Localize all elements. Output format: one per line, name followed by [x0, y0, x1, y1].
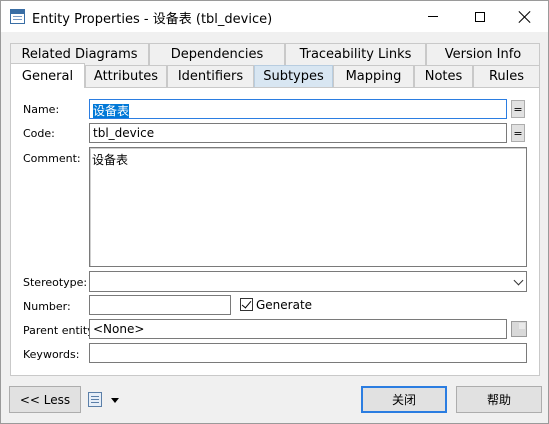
tab-traceability-links[interactable]: Traceability Links: [285, 43, 426, 65]
parent-entity-value: <None>: [93, 322, 145, 336]
tab-dependencies[interactable]: Dependencies: [149, 43, 285, 65]
chevron-down-icon: [513, 275, 524, 286]
comment-label: Comment:: [23, 152, 81, 165]
close-window-button[interactable]: [502, 1, 548, 32]
parent-entity-label: Parent entity:: [23, 324, 97, 337]
tab-related-diagrams[interactable]: Related Diagrams: [10, 43, 149, 65]
less-button[interactable]: << Less: [9, 386, 81, 413]
entity-properties-dialog: Entity Properties - 设备表 (tbl_device) Rel…: [0, 0, 549, 424]
parent-entity-field[interactable]: <None>: [89, 319, 507, 339]
stereotype-label: Stereotype:: [23, 276, 88, 289]
tab-notes[interactable]: Notes: [414, 65, 473, 87]
code-name-sync-button[interactable]: =: [511, 124, 525, 142]
close-button[interactable]: 关闭: [361, 386, 447, 413]
code-field[interactable]: tbl_device: [89, 123, 507, 143]
title-bar: Entity Properties - 设备表 (tbl_device): [1, 1, 548, 32]
help-button[interactable]: 帮助: [456, 386, 542, 413]
comment-textarea[interactable]: 设备表: [89, 147, 527, 267]
name-field[interactable]: 设备表: [89, 99, 507, 119]
browse-parent-icon[interactable]: [511, 321, 527, 337]
generate-checkbox[interactable]: [240, 298, 253, 311]
number-field[interactable]: [89, 295, 231, 315]
close-icon: [519, 11, 531, 23]
name-code-sync-button[interactable]: =: [511, 100, 525, 118]
comment-value: 设备表: [92, 153, 129, 167]
tab-identifiers[interactable]: Identifiers: [167, 65, 254, 87]
general-tab-panel: Name: 设备表 = Code: tbl_device = Comment: …: [10, 87, 540, 376]
tab-subtypes[interactable]: Subtypes: [254, 65, 333, 87]
tab-version-info[interactable]: Version Info: [426, 43, 540, 65]
code-label: Code:: [23, 127, 55, 140]
minimize-button[interactable]: [410, 1, 456, 32]
entity-table-icon: [10, 9, 25, 24]
chevron-down-icon[interactable]: [111, 398, 119, 403]
generate-label: Generate: [256, 298, 313, 312]
window-title: Entity Properties - 设备表 (tbl_device): [32, 12, 273, 27]
properties-menu-icon[interactable]: [88, 392, 102, 407]
maximize-button[interactable]: [457, 1, 503, 32]
name-label: Name:: [23, 103, 60, 116]
number-label: Number:: [23, 300, 71, 313]
maximize-icon: [475, 11, 485, 22]
keywords-field[interactable]: [89, 343, 527, 363]
tab-mapping[interactable]: Mapping: [333, 65, 414, 87]
tab-rules[interactable]: Rules: [473, 65, 540, 87]
name-value: 设备表: [93, 104, 130, 118]
code-value: tbl_device: [93, 126, 155, 140]
tab-general[interactable]: General: [10, 63, 85, 88]
keywords-label: Keywords:: [23, 348, 80, 361]
stereotype-combobox[interactable]: [89, 271, 527, 292]
tab-attributes[interactable]: Attributes: [85, 65, 167, 87]
minimize-icon: [428, 16, 438, 17]
